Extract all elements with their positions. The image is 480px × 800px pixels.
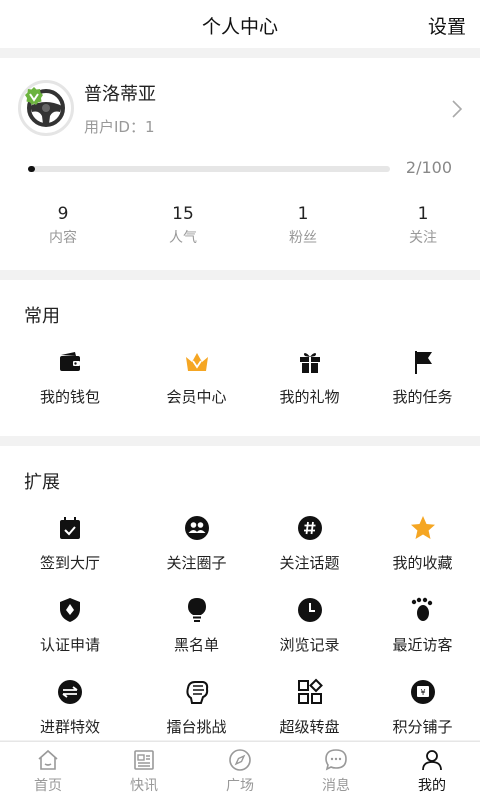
wallet-item[interactable]: 我的钱包 bbox=[0, 348, 140, 430]
gift-item[interactable]: 我的礼物 bbox=[253, 348, 366, 430]
verified-badge-icon bbox=[25, 87, 43, 105]
message-icon bbox=[325, 749, 347, 771]
stat-content[interactable]: 9 内容 bbox=[0, 204, 120, 247]
item-label: 超级转盘 bbox=[279, 718, 340, 736]
super-wheel-item[interactable]: 超级转盘 bbox=[253, 678, 366, 740]
extend-section: 扩展 签到大厅 关注圈子 关注话题 我的收藏 认证申请 黑名单 浏览记录 最近访… bbox=[0, 446, 480, 740]
page-title: 个人中心 bbox=[201, 16, 278, 38]
chevron-right-icon[interactable] bbox=[452, 100, 462, 118]
verification-item[interactable]: 认证申请 bbox=[0, 596, 140, 678]
item-label: 最近访客 bbox=[392, 636, 453, 654]
tab-news[interactable]: 快讯 bbox=[96, 742, 192, 800]
item-label: 擂台挑战 bbox=[166, 718, 227, 736]
item-label: 我的礼物 bbox=[279, 388, 340, 406]
item-label: 签到大厅 bbox=[39, 554, 100, 572]
item-label: 认证申请 bbox=[39, 636, 100, 654]
gift-icon bbox=[299, 353, 320, 373]
avatar[interactable] bbox=[18, 80, 74, 136]
section-title: 扩展 bbox=[24, 472, 60, 493]
tab-label: 广场 bbox=[226, 778, 254, 794]
tab-label: 快讯 bbox=[130, 778, 158, 794]
item-label: 积分铺子 bbox=[392, 718, 453, 736]
stats-row: 9 内容 15 人气 1 粉丝 1 关注 bbox=[0, 204, 480, 247]
tab-messages[interactable]: 消息 bbox=[288, 742, 384, 800]
checkin-hall-item[interactable]: 签到大厅 bbox=[0, 514, 140, 596]
crown-icon bbox=[185, 353, 208, 371]
level-progress-fill bbox=[28, 166, 36, 172]
blacklist-item[interactable]: 黑名单 bbox=[140, 596, 253, 678]
shield-icon bbox=[60, 598, 80, 622]
flag-icon bbox=[414, 351, 432, 374]
user-id: 用户ID：1 bbox=[84, 118, 155, 136]
svg-text:¥: ¥ bbox=[420, 688, 425, 697]
switch-icon bbox=[58, 680, 82, 704]
username: 普洛蒂亚 bbox=[84, 84, 156, 105]
stat-following[interactable]: 1 关注 bbox=[360, 204, 480, 247]
item-label: 关注话题 bbox=[279, 554, 340, 572]
tab-mine[interactable]: 我的 bbox=[384, 742, 480, 800]
fist-icon bbox=[185, 681, 208, 704]
home-icon bbox=[38, 749, 58, 770]
news-icon bbox=[134, 750, 154, 770]
footprint-icon bbox=[411, 597, 432, 621]
recent-visitors-item[interactable]: 最近访客 bbox=[366, 596, 479, 678]
stat-label: 粉丝 bbox=[289, 230, 317, 246]
followed-circles-item[interactable]: 关注圈子 bbox=[140, 514, 253, 596]
vip-center-item[interactable]: 会员中心 bbox=[140, 348, 253, 430]
task-item[interactable]: 我的任务 bbox=[366, 348, 479, 430]
stat-label: 人气 bbox=[169, 230, 197, 246]
item-label: 会员中心 bbox=[166, 388, 227, 406]
tab-label: 我的 bbox=[418, 778, 446, 794]
item-label: 关注圈子 bbox=[166, 554, 227, 572]
stat-fans[interactable]: 1 粉丝 bbox=[240, 204, 360, 247]
top-bar: 个人中心 设置 bbox=[0, 0, 480, 48]
compass-icon bbox=[229, 749, 251, 771]
tab-home[interactable]: 首页 bbox=[0, 742, 96, 800]
common-section: 常用 我的钱包 会员中心 我的礼物 我的任务 bbox=[0, 280, 480, 436]
tab-label: 消息 bbox=[322, 778, 350, 794]
clock-icon bbox=[297, 598, 322, 622]
stat-label: 内容 bbox=[49, 230, 77, 246]
calendar-check-icon bbox=[60, 517, 80, 539]
stat-value: 15 bbox=[172, 204, 194, 224]
hashtag-icon bbox=[297, 516, 322, 540]
stat-popularity[interactable]: 15 人气 bbox=[120, 204, 240, 247]
user-icon bbox=[422, 750, 442, 771]
followed-topics-item[interactable]: 关注话题 bbox=[253, 514, 366, 596]
item-label: 我的任务 bbox=[392, 388, 453, 406]
arena-challenge-item[interactable]: 擂台挑战 bbox=[140, 678, 253, 740]
wallet-icon bbox=[60, 352, 80, 371]
history-item[interactable]: 浏览记录 bbox=[253, 596, 366, 678]
group-effects-item[interactable]: 进群特效 bbox=[0, 678, 140, 740]
tab-square[interactable]: 广场 bbox=[192, 742, 288, 800]
group-icon bbox=[184, 516, 209, 540]
star-icon bbox=[410, 516, 435, 539]
item-label: 浏览记录 bbox=[279, 636, 340, 654]
section-title: 常用 bbox=[24, 306, 60, 327]
stat-label: 关注 bbox=[409, 230, 437, 246]
favorites-item[interactable]: 我的收藏 bbox=[366, 514, 479, 596]
points-shop-item[interactable]: ¥ 积分铺子 bbox=[366, 678, 479, 740]
stat-value: 9 bbox=[57, 204, 69, 224]
settings-button[interactable]: 设置 bbox=[428, 12, 466, 39]
tab-label: 首页 bbox=[34, 778, 62, 794]
bottom-tab-bar: 首页 快讯 广场 消息 我的 bbox=[0, 741, 480, 800]
item-label: 我的收藏 bbox=[392, 554, 453, 572]
shop-icon: ¥ bbox=[410, 680, 435, 704]
item-label: 进群特效 bbox=[39, 718, 100, 736]
stat-value: 1 bbox=[297, 204, 309, 224]
item-label: 黑名单 bbox=[173, 636, 219, 654]
stat-value: 1 bbox=[417, 204, 429, 224]
apps-icon bbox=[297, 678, 323, 704]
bulb-icon bbox=[187, 598, 206, 622]
profile-card[interactable]: 普洛蒂亚 用户ID：1 2/100 9 内容 15 人气 1 粉丝 1 关注 bbox=[0, 58, 480, 270]
level-progress-bar bbox=[28, 166, 390, 172]
level-progress-text: 2/100 bbox=[405, 158, 452, 177]
item-label: 我的钱包 bbox=[39, 388, 100, 406]
